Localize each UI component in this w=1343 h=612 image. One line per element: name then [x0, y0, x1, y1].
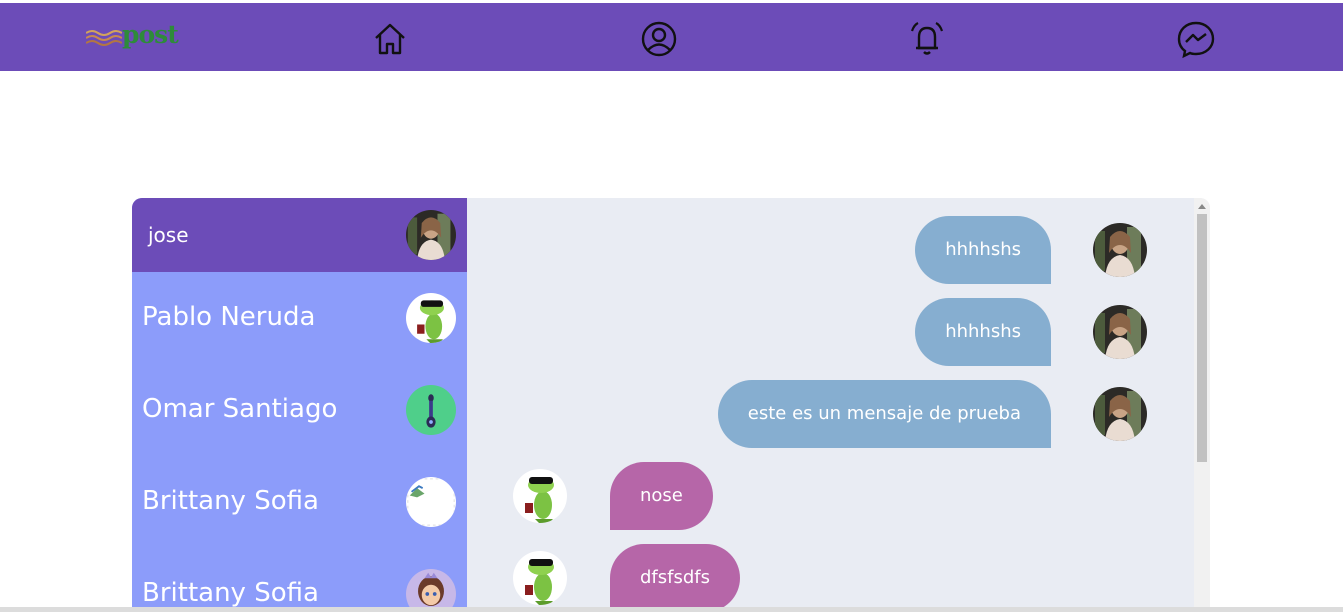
contact-name: Brittany Sofia	[142, 486, 319, 516]
logo-text: post	[122, 20, 179, 49]
message-row: hhhhshs	[467, 216, 1194, 284]
message-row: hhhhshs	[467, 298, 1194, 366]
contact-item-brittany-sofia-2[interactable]: Brittany Sofia	[132, 548, 467, 612]
scroll-up-arrow-icon[interactable]	[1198, 204, 1206, 209]
avatar	[1093, 223, 1147, 277]
post-logo[interactable]: post	[86, 20, 188, 53]
contact-name: jose	[148, 223, 189, 247]
notifications-icon[interactable]	[907, 19, 947, 59]
message-row: este es un mensaje de prueba	[467, 380, 1194, 448]
message-row: dfsfsdfs	[467, 544, 1194, 612]
avatar	[406, 385, 456, 435]
message-scrollbar[interactable]	[1194, 198, 1210, 612]
avatar	[1093, 305, 1147, 359]
avatar	[406, 477, 456, 527]
top-navigation-bar: post	[0, 3, 1343, 71]
contact-name: Omar Santiago	[142, 394, 338, 424]
message-area[interactable]: hhhhshs hhhhshs este es un mensaje de pr…	[467, 198, 1210, 612]
contact-name: Brittany Sofia	[142, 578, 319, 608]
profile-icon[interactable]	[639, 19, 679, 59]
home-icon[interactable]	[370, 19, 410, 59]
contact-list: jose Pablo Neruda Omar Santiago Brittany…	[132, 198, 467, 612]
avatar	[513, 469, 567, 523]
logo-waves-icon	[86, 30, 122, 46]
contact-name: Pablo Neruda	[142, 302, 316, 332]
message-bubble-outgoing: hhhhshs	[915, 216, 1051, 284]
message-bubble-outgoing: hhhhshs	[915, 298, 1051, 366]
message-bubble-incoming: dfsfsdfs	[610, 544, 740, 612]
chat-panel: jose Pablo Neruda Omar Santiago Brittany…	[132, 198, 1210, 612]
contact-item-omar-santiago[interactable]: Omar Santiago	[132, 364, 467, 456]
contact-item-jose[interactable]: jose	[132, 198, 467, 272]
message-bubble-outgoing: este es un mensaje de prueba	[717, 380, 1051, 448]
message-row: nose	[467, 462, 1194, 530]
scrollbar-thumb[interactable]	[1197, 214, 1207, 462]
avatar	[406, 210, 456, 260]
avatar	[406, 293, 456, 343]
avatar	[1093, 387, 1147, 441]
contact-item-pablo-neruda[interactable]: Pablo Neruda	[132, 272, 467, 364]
message-bubble-incoming: nose	[610, 462, 713, 530]
messenger-icon[interactable]	[1176, 19, 1216, 59]
avatar	[513, 551, 567, 605]
contact-item-brittany-sofia[interactable]: Brittany Sofia	[132, 456, 467, 548]
avatar	[406, 569, 456, 612]
horizontal-scrollbar[interactable]	[0, 607, 1343, 612]
